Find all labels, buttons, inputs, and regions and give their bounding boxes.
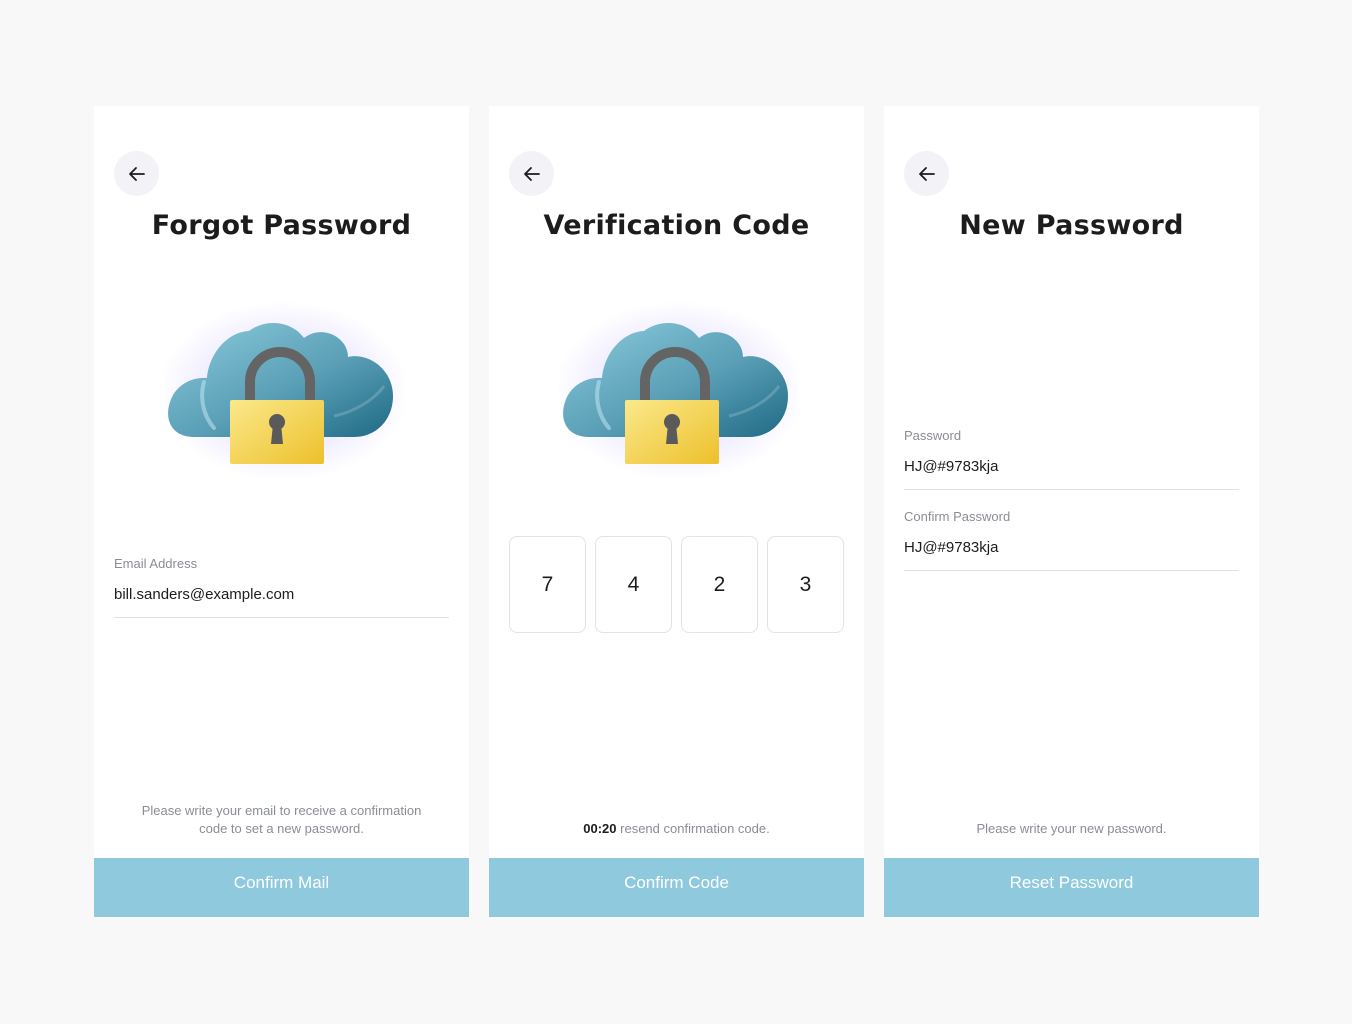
code-input-group: 7 4 2 3	[509, 536, 844, 633]
confirm-password-label: Confirm Password	[904, 509, 1011, 524]
code-digit-2[interactable]: 4	[595, 536, 672, 633]
cloud-lock-icon	[164, 296, 404, 481]
countdown-timer: 00:20	[583, 821, 617, 836]
confirm-code-button[interactable]: Confirm Code	[489, 858, 864, 917]
reset-password-button[interactable]: Reset Password	[884, 858, 1259, 917]
instruction-text: Please write your new password.	[976, 821, 1167, 836]
confirm-password-input[interactable]	[904, 539, 1239, 570]
password-input[interactable]	[904, 458, 1239, 489]
page-title: Verification Code	[543, 210, 810, 241]
arrow-left-icon	[918, 166, 935, 181]
email-field: Email Address	[114, 556, 449, 618]
code-digit-1[interactable]: 7	[509, 536, 586, 633]
password-field: Password	[904, 428, 1239, 490]
confirm-password-field: Confirm Password	[904, 509, 1239, 571]
instruction-text: Please write your email to receive a con…	[141, 803, 422, 836]
back-button[interactable]	[904, 151, 949, 196]
arrow-left-icon	[128, 166, 145, 181]
forgot-password-screen: Forgot Password Email Address Please wri…	[94, 106, 469, 917]
resend-text: 00:20 resend confirmation code.	[529, 820, 824, 838]
code-digit-4[interactable]: 3	[767, 536, 844, 633]
cloud-lock-icon	[559, 296, 799, 481]
email-label: Email Address	[114, 556, 198, 571]
back-button[interactable]	[509, 151, 554, 196]
page-title: New Password	[959, 210, 1184, 241]
email-input[interactable]	[114, 586, 449, 617]
back-button[interactable]	[114, 151, 159, 196]
resend-link[interactable]: resend confirmation code.	[620, 821, 770, 836]
arrow-left-icon	[523, 166, 540, 181]
confirm-mail-button[interactable]: Confirm Mail	[94, 858, 469, 917]
code-digit-3[interactable]: 2	[681, 536, 758, 633]
verification-code-screen: Verification Code 7 4 2 3 00:20 resend c…	[489, 106, 864, 917]
new-password-screen: New Password Password Confirm Password P…	[884, 106, 1259, 917]
password-label: Password	[904, 428, 962, 443]
page-title: Forgot Password	[151, 210, 412, 241]
